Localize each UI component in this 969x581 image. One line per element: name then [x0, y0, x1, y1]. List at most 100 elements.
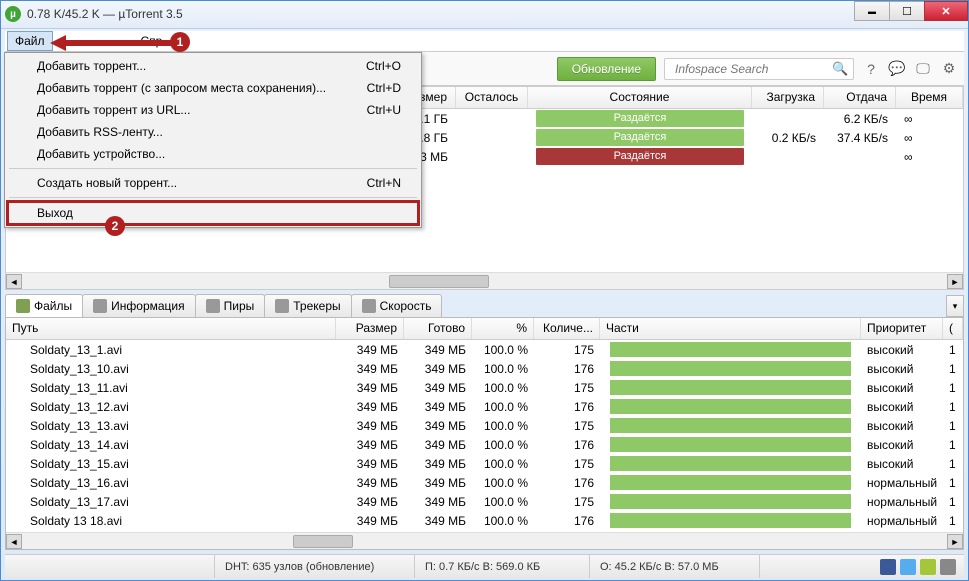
maximize-button[interactable]	[889, 1, 925, 21]
scroll-thumb[interactable]	[293, 535, 353, 548]
search-icon[interactable]	[832, 61, 848, 77]
cell-priority: высокий	[861, 343, 943, 357]
cell-pct: 100.0 %	[472, 419, 534, 433]
fcol-path[interactable]: Путь	[6, 318, 336, 339]
file-row[interactable]: Soldaty_13_13.avi349 МБ349 МБ100.0 %175в…	[6, 416, 963, 435]
titlebar: µ 0.78 K/45.2 K — µTorrent 3.5	[1, 1, 968, 29]
menu-exit[interactable]: Выход	[6, 200, 420, 226]
chat-icon[interactable]: 💬	[888, 60, 906, 78]
menu-file[interactable]: Файл	[7, 31, 53, 52]
cell-path: Soldaty_13_12.avi	[6, 400, 336, 414]
detail-tabs: Файлы Информация Пиры Трекеры Скорость ▾	[5, 294, 964, 317]
cell-done: 349 МБ	[404, 362, 472, 376]
cell-pct: 100.0 %	[472, 381, 534, 395]
cell-parts	[600, 513, 861, 528]
cell-size: 349 МБ	[336, 457, 404, 471]
col-time[interactable]: Время	[896, 87, 963, 108]
cell-path: Soldaty_13_16.avi	[6, 476, 336, 490]
file-row[interactable]: Soldaty_13_14.avi349 МБ349 МБ100.0 %176в…	[6, 435, 963, 454]
status-dht: DHT: 635 узлов (обновление)	[215, 555, 415, 578]
file-row[interactable]: Soldaty_13_15.avi349 МБ349 МБ100.0 %175в…	[6, 454, 963, 473]
cell-done: 349 МБ	[404, 419, 472, 433]
search-input[interactable]	[675, 62, 832, 76]
scroll-left-icon[interactable]: ◄	[6, 534, 22, 549]
cell-done: 349 МБ	[404, 476, 472, 490]
fcol-pieces[interactable]: Количе...	[534, 318, 600, 339]
minimize-button[interactable]	[854, 1, 890, 21]
file-row[interactable]: Soldaty_13_11.avi349 МБ349 МБ100.0 %175в…	[6, 378, 963, 397]
cell-pct: 100.0 %	[472, 476, 534, 490]
tab-peers[interactable]: Пиры	[195, 294, 266, 317]
cell-done: 349 МБ	[404, 495, 472, 509]
update-button[interactable]: Обновление	[557, 57, 656, 81]
menu-create-torrent[interactable]: Создать новый торрент...Ctrl+N	[7, 172, 419, 194]
file-row[interactable]: Soldaty_13_17.avi349 МБ349 МБ100.0 %175н…	[6, 492, 963, 511]
status-down: П: 0.7 КБ/с В: 569.0 КБ	[415, 555, 590, 578]
cell-parts	[600, 342, 861, 357]
annotation-badge-2: 2	[105, 216, 125, 236]
cell-pct: 100.0 %	[472, 457, 534, 471]
cell-parts	[600, 380, 861, 395]
fcol-last[interactable]: (	[943, 318, 963, 339]
fcol-priority[interactable]: Приоритет	[861, 318, 943, 339]
fcol-parts[interactable]: Части	[600, 318, 861, 339]
tab-files[interactable]: Файлы	[5, 294, 83, 317]
android-icon[interactable]	[920, 559, 936, 575]
torrent-hscrollbar[interactable]: ◄ ►	[6, 272, 963, 289]
menu-add-torrent[interactable]: Добавить торрент...Ctrl+O	[7, 55, 419, 77]
fcol-pct[interactable]: %	[472, 318, 534, 339]
fcol-done[interactable]: Готово	[404, 318, 472, 339]
tab-trackers[interactable]: Трекеры	[264, 294, 351, 317]
plus-icon[interactable]	[940, 559, 956, 575]
annotation-arrow	[50, 35, 180, 51]
file-row[interactable]: Soldaty_13_16.avi349 МБ349 МБ100.0 %176н…	[6, 473, 963, 492]
settings-icon[interactable]: ⚙	[940, 60, 958, 78]
cell-last: 1	[943, 438, 963, 452]
help-icon[interactable]: ?	[862, 60, 880, 78]
file-row[interactable]: Soldaty_13_1.avi349 МБ349 МБ100.0 %175вы…	[6, 340, 963, 359]
col-remaining[interactable]: Осталось	[456, 87, 528, 108]
tab-info[interactable]: Информация	[82, 294, 195, 317]
twitter-icon[interactable]	[900, 559, 916, 575]
scroll-left-icon[interactable]: ◄	[6, 274, 22, 289]
cell-upload: 6.2 КБ/s	[824, 112, 896, 126]
cell-status: Раздаётся	[528, 128, 752, 147]
file-row[interactable]: Soldaty 13 18.avi349 МБ349 МБ100.0 %176н…	[6, 511, 963, 530]
search-box[interactable]	[664, 58, 854, 80]
file-row[interactable]: Soldaty_13_10.avi349 МБ349 МБ100.0 %176в…	[6, 359, 963, 378]
cell-path: Soldaty_13_17.avi	[6, 495, 336, 509]
cell-priority: высокий	[861, 419, 943, 433]
tab-scroll-button[interactable]: ▾	[946, 295, 964, 317]
cell-status: Раздаётся	[528, 109, 752, 128]
files-hscrollbar[interactable]: ◄ ►	[6, 532, 963, 549]
scroll-thumb[interactable]	[389, 275, 489, 288]
fcol-size[interactable]: Размер	[336, 318, 404, 339]
col-download[interactable]: Загрузка	[752, 87, 824, 108]
scroll-right-icon[interactable]: ►	[947, 274, 963, 289]
remote-icon[interactable]: 🖵	[914, 60, 932, 78]
facebook-icon[interactable]	[880, 559, 896, 575]
cell-done: 349 МБ	[404, 400, 472, 414]
cell-last: 1	[943, 343, 963, 357]
file-row[interactable]: Soldaty_13_12.avi349 МБ349 МБ100.0 %176в…	[6, 397, 963, 416]
progress-bar	[610, 513, 851, 528]
scroll-right-icon[interactable]: ►	[947, 534, 963, 549]
menu-add-torrent-url[interactable]: Добавить торрент из URL...Ctrl+U	[7, 99, 419, 121]
col-upload[interactable]: Отдача	[824, 87, 896, 108]
cell-pieces: 175	[534, 457, 600, 471]
menu-add-torrent-ask[interactable]: Добавить торрент (с запросом места сохра…	[7, 77, 419, 99]
cell-pieces: 176	[534, 362, 600, 376]
cell-done: 349 МБ	[404, 514, 472, 528]
cell-last: 1	[943, 362, 963, 376]
cell-parts	[600, 494, 861, 509]
tab-speed[interactable]: Скорость	[351, 294, 443, 317]
cell-pieces: 176	[534, 514, 600, 528]
col-status[interactable]: Состояние	[528, 87, 752, 108]
menu-add-device[interactable]: Добавить устройство...	[7, 143, 419, 165]
statusbar: DHT: 635 узлов (обновление) П: 0.7 КБ/с …	[5, 554, 964, 578]
close-button[interactable]	[924, 1, 968, 21]
cell-time: ∞	[896, 112, 963, 126]
cell-priority: нормальный	[861, 514, 943, 528]
menu-add-rss[interactable]: Добавить RSS-ленту...	[7, 121, 419, 143]
cell-size: 349 МБ	[336, 476, 404, 490]
